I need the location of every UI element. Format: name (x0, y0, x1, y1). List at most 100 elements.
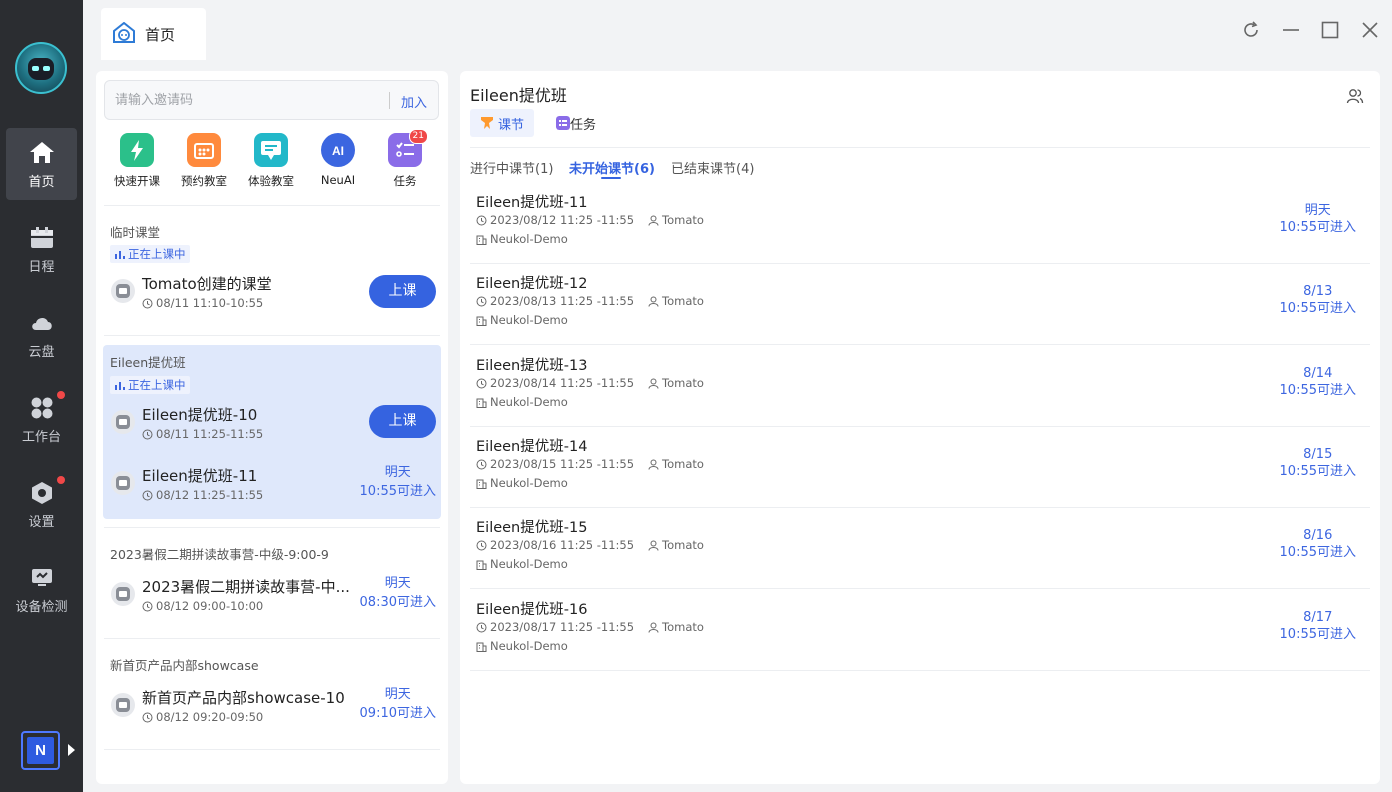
start-class-button[interactable]: 上课 (369, 405, 436, 438)
lesson-time: 2023/08/13 11:25 -11:55 (490, 294, 635, 309)
left-rail: 首页 日程 云盘 工作台 设置 设备检测 N (0, 0, 83, 792)
tab-upcoming-lessons[interactable]: 未开始课节(6) (569, 158, 655, 177)
live-status-tag: 正在上课中 (110, 245, 190, 263)
nav-home-label: 首页 (28, 175, 55, 190)
room-icon (476, 642, 487, 652)
lesson-row[interactable]: Eileen提优班-11 2023/08/12 11:25 -11:55 Tomat… (470, 183, 1370, 264)
segment-lessons[interactable]: 课节 (470, 109, 534, 137)
lesson-room: Neukol-Demo (490, 475, 568, 490)
tab-home[interactable]: 首页 (101, 8, 206, 60)
quick-action-label: NeuAI (320, 173, 356, 187)
task-count-badge: 21 (408, 129, 428, 144)
nav-settings-label: 设置 (28, 515, 55, 530)
enter-time: 10:55可进入 (1279, 626, 1356, 642)
enter-time-note: 8/17 10:55可进入 (1280, 609, 1356, 643)
workbench-icon (31, 397, 53, 419)
invite-code-input[interactable] (115, 89, 375, 111)
segment-tasks[interactable]: 任务 (546, 109, 606, 137)
class-list-panel: 加入 快速开课 预约教室 体验教室 AI NeuAI 21 任务 临时课堂 正在… (96, 71, 448, 784)
avatar-eye-right (43, 66, 50, 71)
lesson-room-line: Neukol-Demo (476, 476, 568, 490)
teacher-icon (648, 459, 659, 470)
org-switch-button[interactable]: N (21, 731, 60, 770)
close-icon[interactable] (1360, 20, 1380, 40)
lesson-row[interactable]: Eileen提优班-15 2023/08/16 11:25 -11:55 Tomat… (470, 508, 1370, 590)
lesson-title: Eileen提优班-16 (476, 601, 588, 618)
nav-settings[interactable]: 设置 (6, 468, 77, 540)
nav-cloud-label: 云盘 (28, 345, 55, 360)
detail-title: Eileen提优班 (470, 86, 567, 105)
members-icon[interactable] (1346, 87, 1364, 105)
class-title[interactable]: Eileen提优班-11 (142, 465, 257, 486)
minimize-icon[interactable] (1281, 20, 1301, 40)
class-time: 08/12 09:00-10:00 (142, 599, 263, 613)
class-title[interactable]: 2023暑假二期拼读故事营-中... (142, 576, 350, 597)
teacher-icon (648, 622, 659, 633)
clock-icon (142, 490, 153, 501)
group-title: 新首页产品内部showcase (110, 658, 259, 673)
room-icon (476, 479, 487, 489)
enter-day: 明天 (384, 687, 411, 702)
nav-schedule[interactable]: 日程 (6, 213, 77, 285)
lesson-row[interactable]: Eileen提优班-16 2023/08/17 11:25 -11:55 Tomat… (470, 590, 1370, 671)
maximize-icon[interactable] (1320, 20, 1340, 40)
quick-action-trial-room[interactable]: 体验教室 (238, 133, 304, 189)
tab-ended-lessons[interactable]: 已结束课节(4) (671, 158, 754, 177)
room-icon (476, 560, 487, 571)
lesson-row[interactable]: Eileen提优班-14 2023/08/15 11:25 -11:55 Tomat… (470, 427, 1370, 508)
enter-time-note: 明天 10:55可进入 (1280, 202, 1356, 236)
class-title[interactable]: 新首页产品内部showcase-10 (142, 687, 345, 708)
tab-home-label: 首页 (145, 26, 176, 44)
lesson-time: 2023/08/15 11:25 -11:55 (490, 456, 635, 471)
teacher-icon (648, 540, 659, 551)
quick-action-quick-class[interactable]: 快速开课 (104, 133, 170, 189)
lesson-title: Eileen提优班-14 (476, 438, 588, 455)
nav-cloud[interactable]: 云盘 (6, 298, 77, 370)
lesson-meta: 2023/08/15 11:25 -11:55 Tomato (476, 457, 704, 471)
quick-action-neuai[interactable]: AI NeuAI (305, 133, 371, 187)
lesson-meta: 2023/08/14 11:25 -11:55 Tomato (476, 376, 704, 390)
expand-arrow-icon[interactable] (68, 744, 75, 756)
lesson-title: Eileen提优班-11 (476, 195, 588, 211)
class-time: 08/11 11:25-11:55 (142, 427, 263, 441)
class-time: 08/12 11:25-11:55 (142, 488, 263, 502)
lesson-title: Eileen提优班-15 (476, 520, 588, 537)
class-icon (110, 692, 136, 718)
group-title: 2023暑假二期拼读故事营-中级-9:00-9 (110, 547, 329, 562)
nav-workbench[interactable]: 工作台 (6, 383, 77, 455)
class-icon (110, 409, 136, 435)
refresh-icon[interactable] (1241, 20, 1261, 40)
class-icon (110, 581, 136, 607)
divider (104, 335, 440, 336)
lesson-room: Neukol-Demo (490, 394, 568, 409)
nav-workbench-label: 工作台 (21, 430, 61, 445)
invite-separator (389, 92, 390, 109)
start-class-button[interactable]: 上课 (369, 275, 436, 308)
lesson-time: 2023/08/17 11:25 -11:55 (490, 619, 635, 634)
clock-icon (476, 622, 487, 632)
divider (104, 749, 440, 750)
class-title[interactable]: Tomato创建的课堂 (142, 273, 272, 294)
room-icon (476, 235, 487, 245)
lesson-row[interactable]: Eileen提优班-13 2023/08/14 11:25 -11:55 Tomat… (470, 346, 1370, 427)
join-button[interactable]: 加入 (401, 92, 427, 111)
active-tab-indicator (601, 177, 621, 179)
class-title[interactable]: Eileen提优班-10 (142, 404, 257, 425)
segment-label: 任务 (570, 118, 597, 133)
quick-action-task[interactable]: 21 任务 (372, 129, 438, 189)
quick-action-reserve-room[interactable]: 预约教室 (171, 133, 237, 189)
lesson-row[interactable]: Eileen提优班-12 2023/08/13 11:25 -11:55 Tomat… (470, 264, 1370, 346)
user-avatar[interactable] (15, 42, 67, 94)
teacher-icon (648, 296, 659, 307)
enter-time: 08:30可进入 (359, 595, 436, 610)
nav-device-check[interactable]: 设备检测 (6, 553, 77, 625)
enter-time-note: 明天 09:10可进入 (360, 685, 436, 723)
lesson-time: 2023/08/16 11:25 -11:55 (490, 538, 635, 553)
tab-ongoing-lessons[interactable]: 进行中课节(1) (470, 158, 553, 177)
invite-code-box: 加入 (104, 80, 439, 120)
enter-time-note: 8/16 10:55可进入 (1280, 527, 1356, 561)
enter-day: 8/13 (1303, 284, 1333, 300)
enter-day: 8/14 (1303, 365, 1333, 381)
nav-home[interactable]: 首页 (6, 128, 77, 200)
enter-time-note: 8/14 10:55可进入 (1280, 365, 1356, 399)
